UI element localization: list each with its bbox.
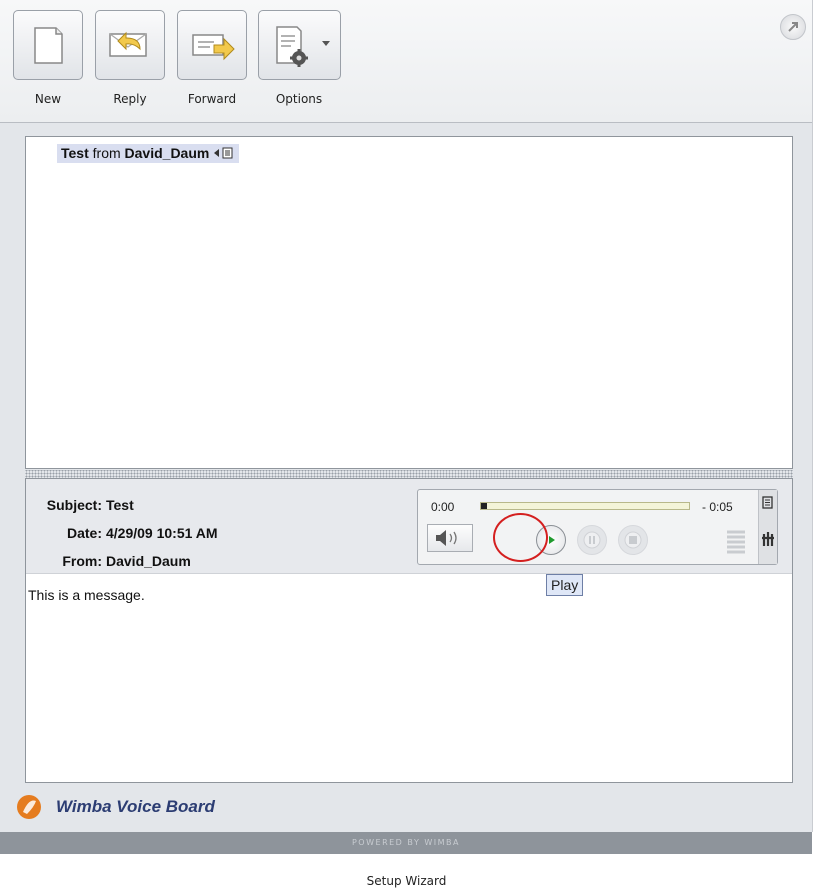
stop-button[interactable] xyxy=(618,525,648,555)
thread-from-word: from xyxy=(92,145,121,161)
reply-icon xyxy=(109,31,147,57)
wimba-logo-icon xyxy=(17,795,41,819)
panel-splitter[interactable] xyxy=(25,470,793,478)
volume-button[interactable] xyxy=(427,524,473,552)
forward-label: Forward xyxy=(187,92,237,106)
message-panel: Subject: Test Date: 4/29/09 10:51 AM From:… xyxy=(25,478,793,783)
options-gear-icon xyxy=(276,26,330,67)
options-button[interactable] xyxy=(258,10,341,80)
toolbar: New Reply Forward Options xyxy=(0,0,812,123)
date-value: 4/29/09 10:51 AM xyxy=(106,525,218,541)
reply-button[interactable] xyxy=(95,10,165,80)
subject-value: Test xyxy=(106,497,134,513)
popout-arrow-icon xyxy=(788,22,798,32)
options-label: Options xyxy=(275,92,323,106)
speaker-icon xyxy=(436,530,457,546)
powered-by-text: POWERED BY WIMBA xyxy=(351,838,460,847)
new-message-icon xyxy=(34,27,63,64)
from-row: From: David_Daum xyxy=(26,553,191,569)
new-button[interactable] xyxy=(13,10,83,80)
pause-icon xyxy=(583,531,601,549)
message-body: This is a message. xyxy=(28,587,145,603)
player-menu-icon[interactable] xyxy=(759,490,777,564)
forward-icon xyxy=(192,34,235,61)
level-meter-icon xyxy=(727,530,745,554)
progress-track[interactable] xyxy=(480,502,690,510)
thread-author: David_Daum xyxy=(124,145,210,161)
thread-list-panel: Test from David_Daum xyxy=(25,136,793,469)
play-tooltip: Play xyxy=(546,574,584,596)
thread-subject: Test xyxy=(61,145,89,161)
chevron-down-icon xyxy=(322,41,330,46)
from-label: From: xyxy=(62,553,102,569)
voice-board-app: New Reply Forward Options Test from Davi… xyxy=(0,0,813,832)
play-button[interactable] xyxy=(536,525,566,555)
forward-button[interactable] xyxy=(177,10,247,80)
audio-attachment-icon xyxy=(214,147,233,159)
message-header: Subject: Test Date: 4/29/09 10:51 AM From:… xyxy=(26,479,792,596)
play-icon xyxy=(549,536,555,544)
reply-label: Reply xyxy=(113,92,147,106)
brand-name: Wimba Voice Board xyxy=(56,797,215,816)
setup-wizard-link[interactable]: Setup Wizard xyxy=(0,874,813,888)
progress-fill xyxy=(481,503,488,509)
powered-by-bar: POWERED BY WIMBA xyxy=(0,832,812,854)
player-side-strip xyxy=(758,490,777,564)
audio-player: 0:00 - 0:05 xyxy=(417,489,778,565)
thread-item[interactable]: Test from David_Daum xyxy=(57,144,240,163)
elapsed-time: 0:00 xyxy=(431,500,455,514)
subject-label: Subject: xyxy=(46,497,102,513)
popout-button[interactable] xyxy=(780,14,806,40)
from-value: David_Daum xyxy=(106,553,191,569)
date-label: Date: xyxy=(66,525,102,541)
new-label: New xyxy=(34,92,62,106)
stop-icon xyxy=(624,531,642,549)
subject-row: Subject: Test xyxy=(26,497,134,513)
pause-button[interactable] xyxy=(577,525,607,555)
date-row: Date: 4/29/09 10:51 AM xyxy=(26,525,218,541)
remaining-time: - 0:05 xyxy=(702,500,733,514)
